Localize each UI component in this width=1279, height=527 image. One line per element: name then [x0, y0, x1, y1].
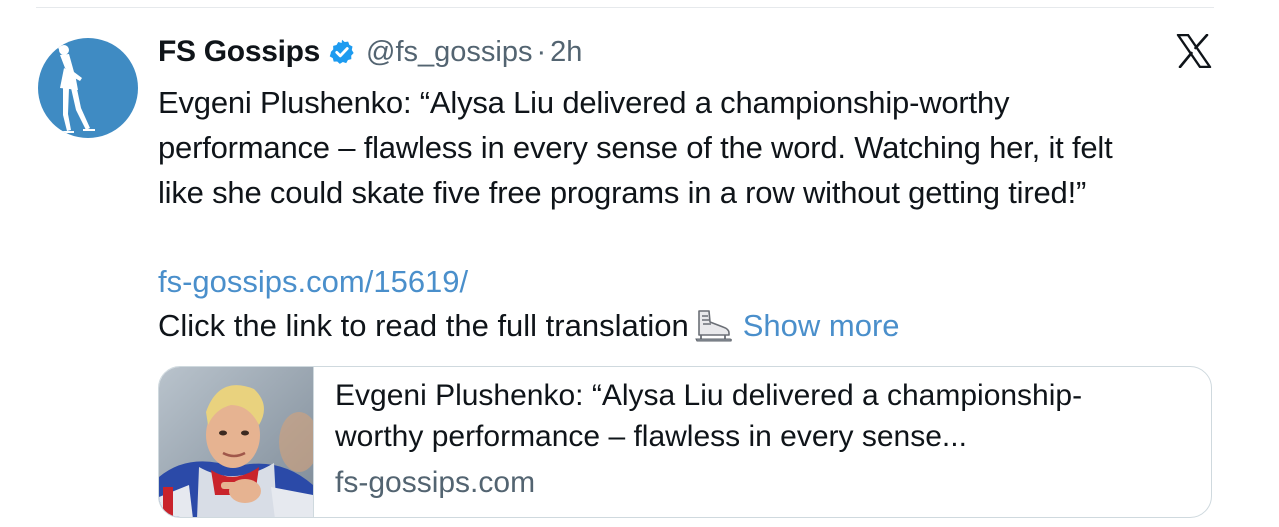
card-title: Evgeni Plushenko: “Alysa Liu delivered a… [335, 375, 1195, 457]
author-handle[interactable]: @fs_gossips [366, 36, 532, 69]
tweet-link[interactable]: fs-gossips.com/15619/ [158, 259, 468, 304]
tweet-timestamp[interactable]: 2h [550, 36, 582, 69]
tweet-header: FS Gossips @fs_gossips · 2h [158, 30, 582, 74]
top-divider [36, 7, 1214, 8]
verified-badge-icon [329, 39, 354, 64]
skater-portrait-thumbnail [159, 367, 314, 517]
header-separator: · [536, 35, 547, 68]
ice-skate-icon [694, 309, 732, 341]
cta-text: Click the link to read the full translat… [158, 308, 689, 343]
card-title-line: Evgeni Plushenko: “Alysa Liu delivered a… [335, 379, 1083, 412]
author-avatar[interactable] [38, 38, 138, 138]
card-domain: fs-gossips.com [335, 466, 536, 499]
tweet-text: Evgeni Plushenko: “Alysa Liu delivered a… [158, 80, 1228, 215]
show-more-link[interactable]: Show more [743, 303, 900, 348]
tweet-text-line: performance – flawless in every sense of… [158, 130, 1113, 165]
tweet-text-line: like she could skate five free programs … [158, 175, 1087, 210]
link-preview-card[interactable]: Evgeni Plushenko: “Alysa Liu delivered a… [158, 366, 1212, 518]
card-title-line: worthy performance – flawless in every s… [335, 420, 967, 453]
author-display-name[interactable]: FS Gossips [158, 35, 320, 69]
tweet-text-line: Evgeni Plushenko: “Alysa Liu delivered a… [158, 85, 1010, 120]
figure-skater-silhouette-icon [55, 41, 95, 133]
x-logo-icon[interactable] [1176, 34, 1212, 68]
tweet-cta-line: Click the link to read the full translat… [158, 303, 900, 348]
